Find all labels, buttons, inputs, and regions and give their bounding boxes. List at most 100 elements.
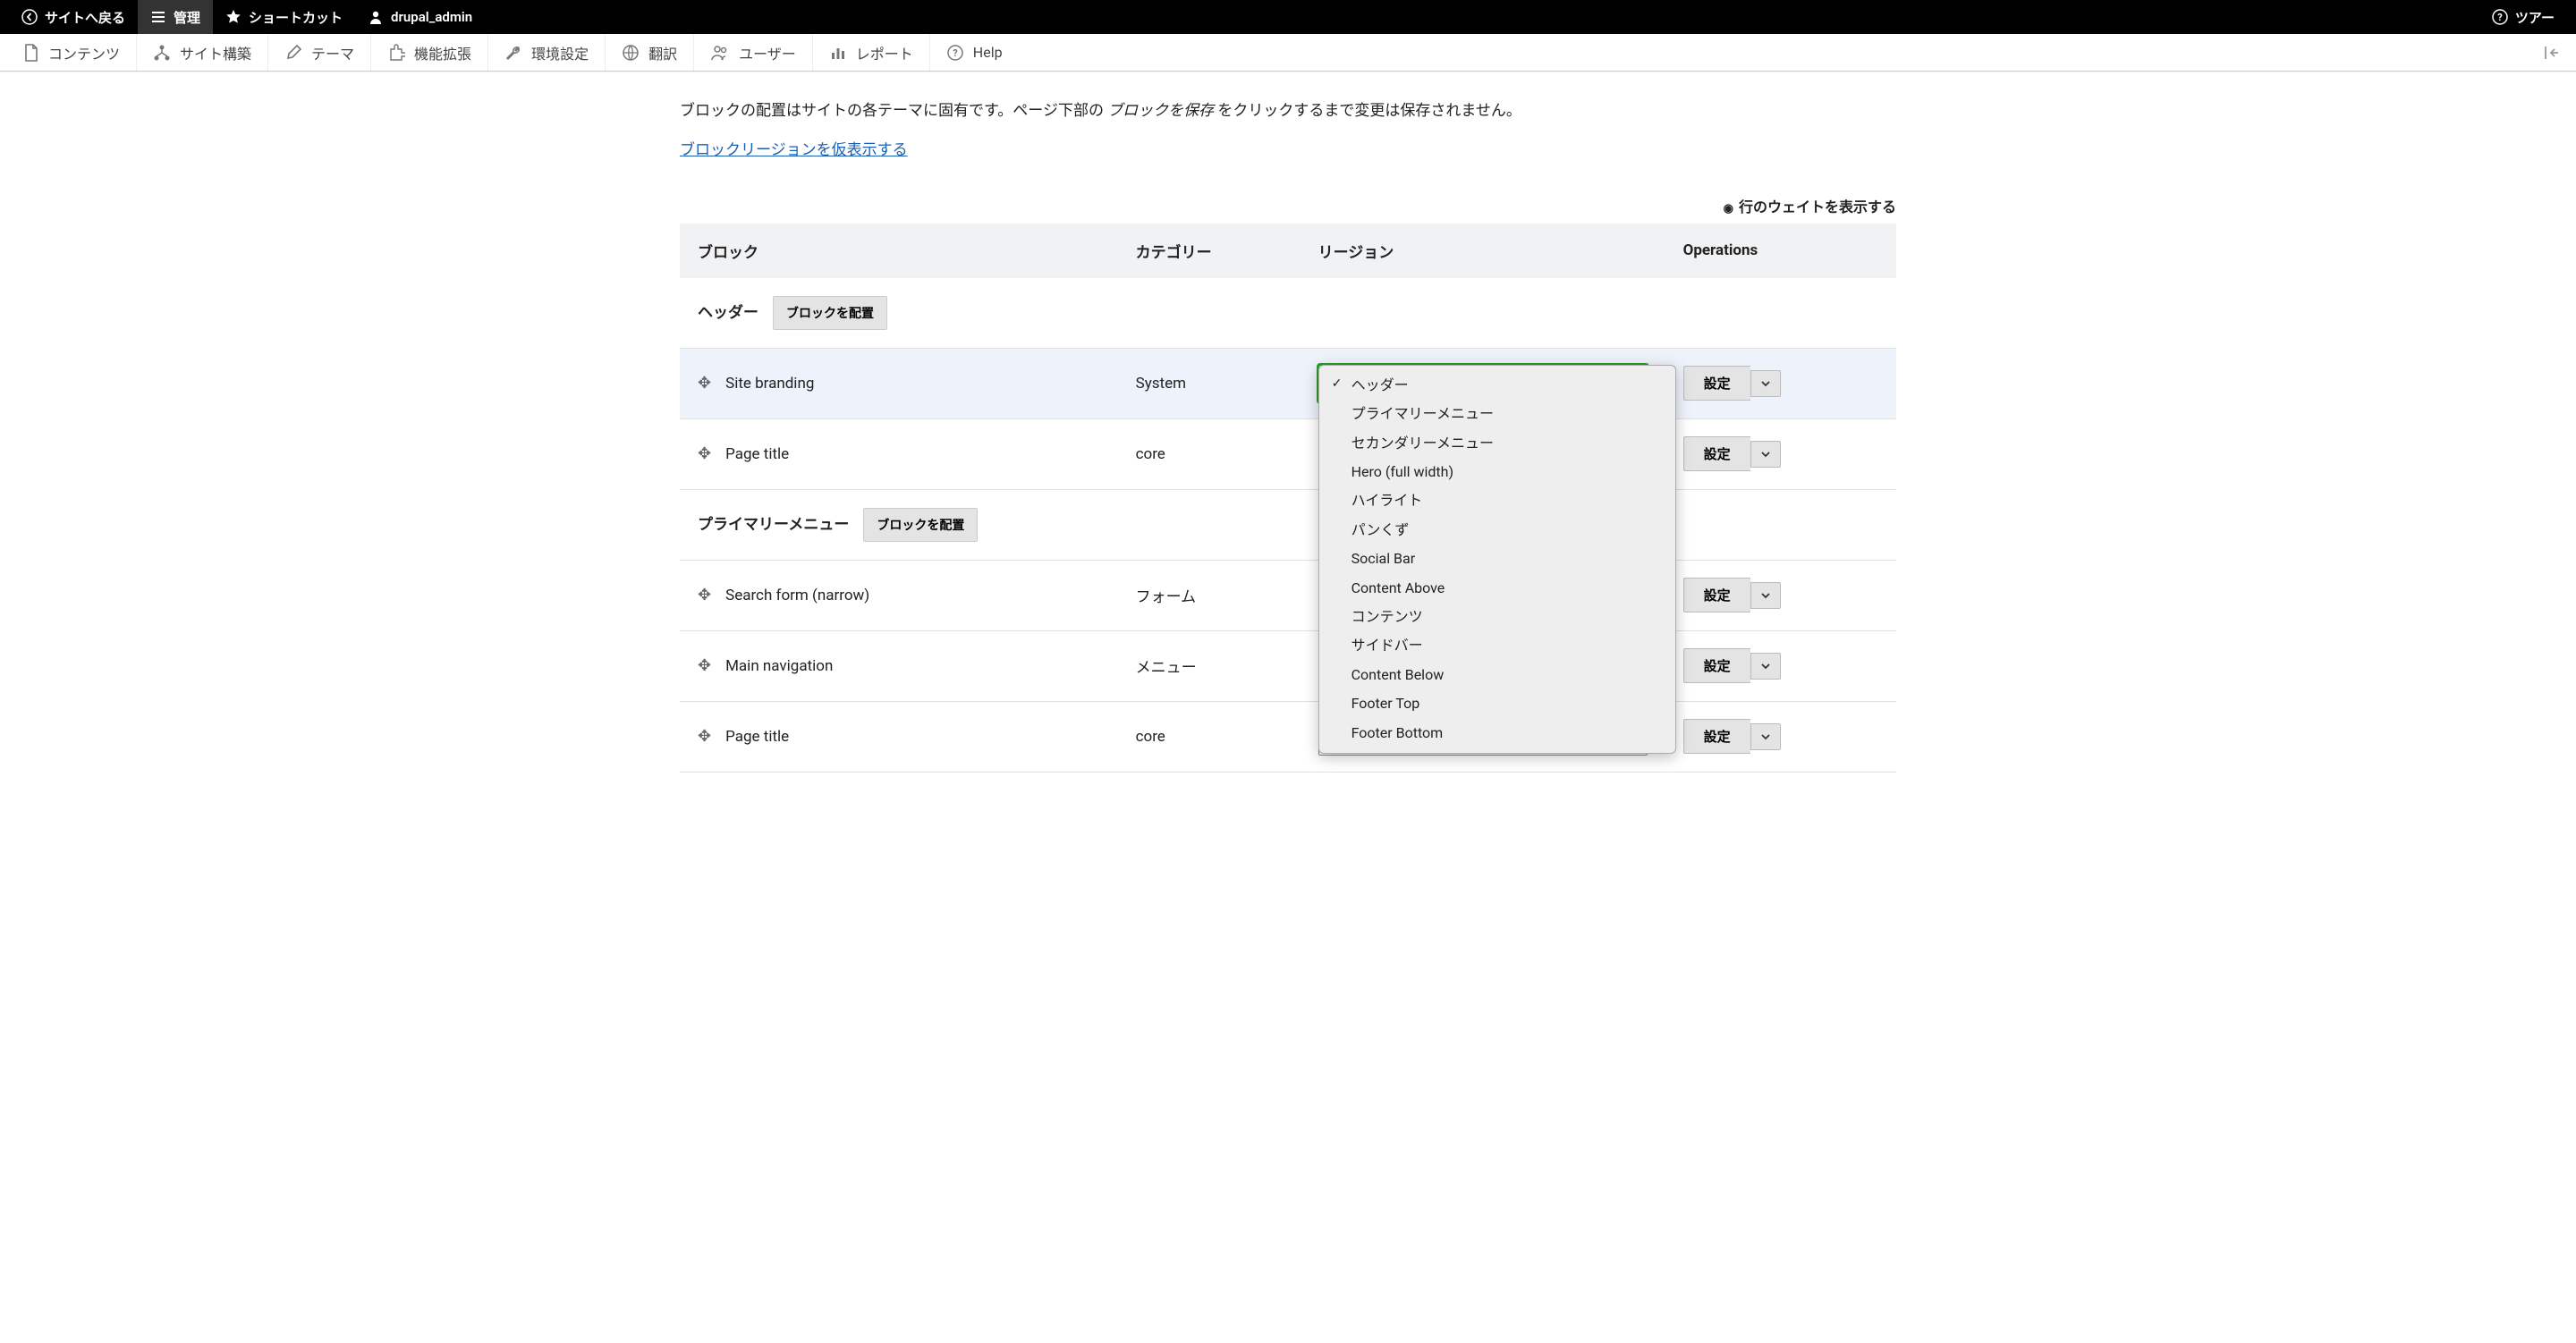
region-name: プライマリーメニュー [698, 516, 849, 534]
admin-reports-label: レポート [856, 42, 913, 63]
place-block-button[interactable]: ブロックを配置 [863, 508, 978, 542]
block-name: Site branding [725, 375, 814, 393]
block-category: メニュー [1118, 630, 1301, 701]
th-operations: Operations [1665, 224, 1896, 278]
dropdown-option[interactable]: Footer Top [1319, 689, 1675, 718]
th-category: カテゴリー [1118, 224, 1301, 278]
drag-handle-icon[interactable]: ✥ [698, 656, 711, 675]
block-category: フォーム [1118, 560, 1301, 630]
document-icon [23, 44, 39, 62]
dropdown-option[interactable]: パンくず [1319, 516, 1675, 545]
th-block: ブロック [680, 224, 1118, 278]
drag-handle-icon[interactable]: ✥ [698, 374, 711, 393]
page-content: ブロックの配置はサイトの各テーマに固有です。ページ下部の ブロックを保存 をクリ… [635, 72, 1941, 799]
hierarchy-icon [153, 44, 171, 62]
toolbar-orientation-toggle[interactable] [2533, 44, 2569, 62]
paintbrush-icon [284, 44, 302, 62]
admin-item-content[interactable]: コンテンツ [7, 34, 137, 71]
tour-link[interactable]: ? ツアー [2479, 0, 2567, 34]
admin-help-label: Help [973, 44, 1003, 61]
block-row: ✥Page titlecoreプライマリーメニュー設定 [680, 701, 1896, 772]
admin-extend-label: 機能拡張 [414, 42, 471, 63]
block-category: core [1118, 418, 1301, 489]
region-name: ヘッダー [698, 304, 758, 322]
eye-icon: ◉ [1724, 202, 1733, 215]
admin-item-configuration[interactable]: 環境設定 [488, 34, 606, 71]
dropdown-option[interactable]: セカンダリーメニュー [1319, 429, 1675, 458]
shortcuts-label: ショートカット [249, 8, 343, 27]
operations-dropdown-toggle[interactable] [1750, 723, 1781, 750]
intro-text: ブロックの配置はサイトの各テーマに固有です。ページ下部の ブロックを保存 をクリ… [680, 98, 1896, 124]
bar-chart-icon [829, 44, 847, 62]
dropdown-option[interactable]: Footer Bottom [1319, 719, 1675, 748]
tour-label: ツアー [2515, 8, 2555, 27]
region-header-row: ヘッダーブロックを配置 [680, 278, 1896, 349]
th-region: リージョン [1301, 224, 1665, 278]
admin-menu-left: コンテンツ サイト構築 テーマ 機能拡張 環境設定 [7, 34, 1019, 71]
dropdown-option[interactable]: Content Below [1319, 661, 1675, 689]
drag-handle-icon[interactable]: ✥ [698, 727, 711, 746]
dropdown-option[interactable]: Social Bar [1319, 545, 1675, 573]
collapse-icon [2542, 44, 2560, 62]
admin-content-label: コンテンツ [48, 42, 120, 63]
block-name: Page title [725, 445, 789, 463]
place-block-button[interactable]: ブロックを配置 [773, 296, 887, 330]
show-row-weights-link[interactable]: ◉行のウェイトを表示する [1724, 198, 1896, 215]
admin-item-reports[interactable]: レポート [813, 34, 930, 71]
operations-dropdown-toggle[interactable] [1750, 653, 1781, 680]
intro-em: ブロックを保存 [1107, 102, 1214, 120]
admin-item-appearance[interactable]: テーマ [268, 34, 371, 71]
svg-text:?: ? [2497, 12, 2503, 23]
back-to-site-label: サイトへ戻る [45, 8, 125, 27]
region-header-row: プライマリーメニューブロックを配置 [680, 489, 1896, 560]
region-dropdown-popup[interactable]: ヘッダープライマリーメニューセカンダリーメニューHero (full width… [1318, 365, 1676, 754]
admin-appearance-label: テーマ [311, 42, 354, 63]
puzzle-icon [387, 44, 405, 62]
dropdown-option[interactable]: プライマリーメニュー [1319, 400, 1675, 428]
chevron-down-icon [1760, 449, 1771, 460]
preview-regions-link[interactable]: ブロックリージョンを仮表示する [680, 141, 908, 159]
block-row: ✥ Site branding System ヘッダー設定 [680, 348, 1896, 418]
admin-people-label: ユーザー [739, 42, 796, 63]
block-name: Search form (narrow) [725, 587, 869, 604]
drag-handle-icon[interactable]: ✥ [698, 586, 711, 604]
dropdown-option[interactable]: コンテンツ [1319, 603, 1675, 631]
manage-label: 管理 [174, 8, 200, 27]
globe-icon [622, 44, 640, 62]
block-row: ✥Search form (narrow)フォームプライマリーメニュー設定 [680, 560, 1896, 630]
shortcuts-link[interactable]: ショートカット [213, 0, 355, 34]
manage-toggle[interactable]: 管理 [138, 0, 213, 34]
admin-item-structure[interactable]: サイト構築 [137, 34, 268, 71]
user-menu[interactable]: drupal_admin [355, 0, 485, 34]
operations-dropdown-toggle[interactable] [1750, 441, 1781, 468]
drag-handle-icon[interactable]: ✥ [698, 444, 711, 463]
block-name: Page title [725, 728, 789, 746]
admin-item-extend[interactable]: 機能拡張 [371, 34, 488, 71]
back-to-site-link[interactable]: サイトへ戻る [9, 0, 138, 34]
dropdown-option[interactable]: Content Above [1319, 574, 1675, 603]
admin-toolbar: サイトへ戻る 管理 ショートカット drupal_admin ? ツアー [0, 0, 2576, 34]
configure-button[interactable]: 設定 [1683, 648, 1750, 683]
admin-item-help[interactable]: ? Help [930, 34, 1019, 71]
block-category: System [1118, 348, 1301, 418]
svg-text:?: ? [953, 47, 958, 59]
dropdown-option[interactable]: サイドバー [1319, 631, 1675, 660]
operations-dropdown-toggle[interactable] [1750, 582, 1781, 609]
help-circle-icon: ? [946, 44, 964, 62]
admin-item-people[interactable]: ユーザー [694, 34, 813, 71]
toolbar-left: サイトへ戻る 管理 ショートカット drupal_admin [9, 0, 485, 34]
configure-button[interactable]: 設定 [1683, 578, 1750, 612]
configure-button[interactable]: 設定 [1683, 366, 1750, 401]
admin-translate-label: 翻訳 [648, 42, 677, 63]
configure-button[interactable]: 設定 [1683, 719, 1750, 754]
dropdown-option[interactable]: ヘッダー [1319, 371, 1675, 400]
username-label: drupal_admin [391, 9, 472, 25]
chevron-down-icon [1760, 731, 1771, 742]
intro-pre: ブロックの配置はサイトの各テーマに固有です。ページ下部の [680, 102, 1107, 120]
operations-dropdown-toggle[interactable] [1750, 370, 1781, 397]
configure-button[interactable]: 設定 [1683, 436, 1750, 471]
dropdown-option[interactable]: Hero (full width) [1319, 458, 1675, 486]
dropdown-option[interactable]: ハイライト [1319, 486, 1675, 515]
block-name: Main navigation [725, 657, 833, 675]
admin-item-translate[interactable]: 翻訳 [606, 34, 694, 71]
